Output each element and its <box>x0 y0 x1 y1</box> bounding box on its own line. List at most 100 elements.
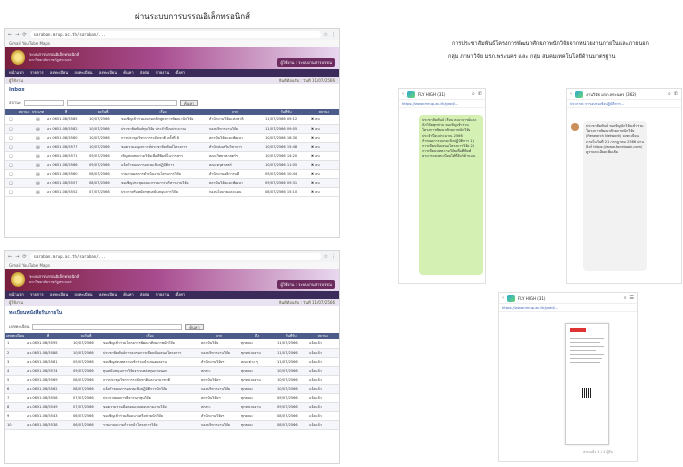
table-cell: ทุกหน่วยงาน <box>239 402 275 412</box>
back-icon[interactable]: ← <box>8 254 12 260</box>
menu-icon[interactable]: ⋮ <box>331 32 336 38</box>
table-row[interactable]: 3 อว.0651.08/5581 09/07/2566 ขอเชิญส่งบทควา… <box>5 357 339 367</box>
table-row[interactable]: 6 อว.0651.08/5562 08/07/2566 แจ้งกำหนดการอบ… <box>5 384 339 394</box>
menu-item[interactable]: หน้าแรก <box>9 292 24 297</box>
menu-icon[interactable]: ☰ <box>630 295 634 301</box>
search-input[interactable] <box>67 99 177 106</box>
table-cell: ขอความอนุเคราะห์ประชาสัมพันธ์โครงการ <box>119 142 207 152</box>
table-cell: ประชาสัมพันธ์การอบรมการเขียนข้อเสนอโครงก… <box>101 348 199 358</box>
menu-item[interactable]: รายงาน <box>156 292 170 297</box>
table-row[interactable]: □ ▤ อว 0651.08/5557 08/07/2566 ขอเชิญประชุมค… <box>5 178 339 188</box>
table-cell: คณะครุศาสตร์ <box>207 160 263 170</box>
star-icon[interactable]: ☆ <box>324 32 328 38</box>
table-row[interactable]: □ ▤ อว 0651.08/5552 07/07/2566 ประกาศรับสมัค… <box>5 187 339 197</box>
menu-item[interactable]: ลงทะเบียน <box>74 292 92 297</box>
forward-icon[interactable]: → <box>15 254 19 260</box>
table-row[interactable]: □ ▤ อว 0651.08/5577 10/07/2566 ขอความอนุเครา… <box>5 142 339 152</box>
search-button[interactable]: ค้นหา <box>185 323 204 330</box>
menu-item[interactable]: ส่งต่อ <box>140 70 149 75</box>
table-cell: ✖ ลบ <box>309 178 339 188</box>
table-row[interactable]: □ ▤ อว 0651.08/5560 08/07/2566 รายงานผลการดำ… <box>5 169 339 179</box>
menu-item[interactable]: ลงทะเบียน <box>99 70 117 75</box>
reload-icon[interactable]: ⟳ <box>22 32 26 38</box>
call-icon[interactable]: ✆ <box>674 91 678 97</box>
back-icon[interactable]: ‹ <box>502 295 504 301</box>
table-cell: อว.0651.08/5543 <box>25 411 71 421</box>
table-row[interactable]: 9 อว.0651.08/5543 06/07/2566 ขอเชิญเข้าร่วม… <box>5 411 339 421</box>
left-section-title: ผ่านระบบการบรรณอิเล็กทรอนิกส์ <box>135 12 250 21</box>
search-button[interactable]: ค้นหา <box>180 99 199 106</box>
table-row[interactable]: 4 อว.0651.08/5574 09/07/2566 ทุนสนับสนุนการ… <box>5 366 339 376</box>
table-cell: 11/07/2566 09:05 <box>263 124 309 134</box>
menu-item[interactable]: รายการ <box>30 292 44 297</box>
table-row[interactable]: 5 อว.0651.08/5569 08/07/2566 การประชุมวิชาก… <box>5 375 339 385</box>
table-row[interactable]: 1 อว.0651.08/5595 10/07/2566 ขอเชิญเข้าร่วม… <box>5 339 339 349</box>
menu-item[interactable]: ค้นหา <box>123 292 133 297</box>
search-icon[interactable]: ⌕ <box>472 91 475 97</box>
document-image-message[interactable] <box>565 323 609 445</box>
table-row[interactable]: □ ▤ อว 0651.08/5566 09/07/2566 แจ้งกำหนดการอ… <box>5 160 339 170</box>
table-cell: 10/07/2566 11:05 <box>263 160 309 170</box>
menu-item[interactable]: ลงทะเบียน <box>74 70 92 75</box>
menu-item[interactable]: ลงทะเบียน <box>50 70 68 75</box>
reload-icon[interactable]: ⟳ <box>22 254 26 260</box>
pinned-link[interactable]: https://www.mrup.ac.th/grad/... <box>499 304 637 312</box>
table-row[interactable]: 7 อว.0651.08/5556 07/07/2566 ประกาศผลการพิจ… <box>5 393 339 403</box>
table-row[interactable]: □ ▤ อว 0651.08/5582 10/07/2566 ประชาสัมพันธ์… <box>5 124 339 134</box>
table-cell: 09/07/2566 <box>87 160 119 170</box>
menu-item[interactable]: ค้นหา <box>123 70 133 75</box>
table-cell: อว.0651.08/5556 <box>25 393 71 403</box>
table-cell: สกสว. <box>199 366 239 376</box>
status-subbar: ผู้ใช้งาน ยินดีต้อนรับ : วันที่ 11/07/25… <box>5 77 339 84</box>
menu-item[interactable]: หน้าแรก <box>9 70 24 75</box>
table-cell: ขอเชิญส่งบทความเข้าร่วมนำเสนอผลงาน <box>101 357 199 367</box>
address-bar[interactable]: saraban.mrup.ac.th/saraban/... <box>29 253 321 260</box>
menu-item[interactable]: ลงทะเบียน <box>99 292 117 297</box>
menu-item[interactable]: ตั้งค่า <box>176 292 185 297</box>
table-cell: ▤ <box>31 142 45 152</box>
table-row[interactable]: □ ▤ อว 0651.08/5580 10/07/2566 การประชุมวิชา… <box>5 133 339 143</box>
column-header: ประเภท <box>31 109 45 115</box>
table-cell: 10/07/2566 <box>275 366 307 376</box>
filter-select[interactable] <box>24 99 64 106</box>
pinned-announcement[interactable]: ประกาศ: การอบรมเชิงปฏิบัติการ... <box>567 100 681 108</box>
filter-row: สถานะ ค้นหา <box>9 98 335 107</box>
address-bar[interactable]: saraban.mrup.ac.th/saraban/... <box>29 31 321 38</box>
table-cell: 06/07/2566 <box>71 420 101 430</box>
user-badge[interactable]: ผู้ใช้งาน : ระบบงานสารบรรณ <box>277 280 335 289</box>
menu-item[interactable]: ลงทะเบียน <box>50 292 68 297</box>
table-cell: 8 <box>5 402 25 412</box>
back-icon[interactable]: ‹ <box>570 91 572 97</box>
search-icon[interactable]: ⌕ <box>624 295 627 301</box>
menu-item[interactable]: รายงาน <box>156 70 170 75</box>
table-cell: แจ้งแล้ว <box>307 366 339 376</box>
menu-icon[interactable]: ⋮ <box>331 254 336 260</box>
user-badge[interactable]: ผู้ใช้งาน : ระบบงานสารบรรณ <box>277 58 335 67</box>
menu-item[interactable]: รายการ <box>30 70 44 75</box>
table-row[interactable]: □ ▤ อว 0651.08/5585 10/07/2566 ขอเชิญเข้าร่ว… <box>5 115 339 125</box>
table-cell: สถาบันวิจัยและพัฒนา <box>207 133 263 143</box>
table-row[interactable]: 8 อว.0651.08/5549 07/07/2566 ขอความร่วมมือต… <box>5 402 339 412</box>
table-row[interactable]: 2 อว.0651.08/5588 10/07/2566 ประชาสัมพันธ์ก… <box>5 348 339 358</box>
forward-icon[interactable]: → <box>15 32 19 38</box>
star-icon[interactable]: ☆ <box>324 254 328 260</box>
search-input[interactable] <box>32 323 183 330</box>
table-cell: เชิญส่งบทความวิจัยเพื่อตีพิมพ์ในวารสาร <box>119 151 207 161</box>
menu-item[interactable]: ส่งต่อ <box>140 292 149 297</box>
table-cell: ▤ <box>31 187 45 197</box>
search-icon[interactable]: ⌕ <box>668 91 671 97</box>
back-icon[interactable]: ‹ <box>402 91 404 97</box>
pinned-link[interactable]: https://www.mrup.ac.th/grad/... <box>399 100 485 108</box>
call-icon[interactable]: ✆ <box>478 91 482 97</box>
table-row[interactable]: □ ▤ อว 0651.08/5571 09/07/2566 เชิญส่งบทความ… <box>5 151 339 161</box>
sender-avatar[interactable] <box>571 123 579 131</box>
table-cell: ▤ <box>31 169 45 179</box>
register-table: เลขทะเบียน ที่ ลงวันที่ เรื่อง จาก ถึง ว… <box>5 333 339 430</box>
table-cell: อว.0651.08/5588 <box>25 348 71 358</box>
browser-toolbar: ← → ⟳ saraban.mrup.ac.th/saraban/... ☆ ⋮ <box>5 251 339 262</box>
table-cell: แจ้งกำหนดการอบรมเชิงปฏิบัติการนักวิจัย <box>101 384 199 394</box>
menu-item[interactable]: ตั้งค่า <box>176 70 185 75</box>
back-icon[interactable]: ← <box>8 32 12 38</box>
table-row[interactable]: 10 อว.0651.08/5538 06/07/2566 รายงานความก้า… <box>5 420 339 430</box>
table-cell: □ <box>5 169 17 179</box>
